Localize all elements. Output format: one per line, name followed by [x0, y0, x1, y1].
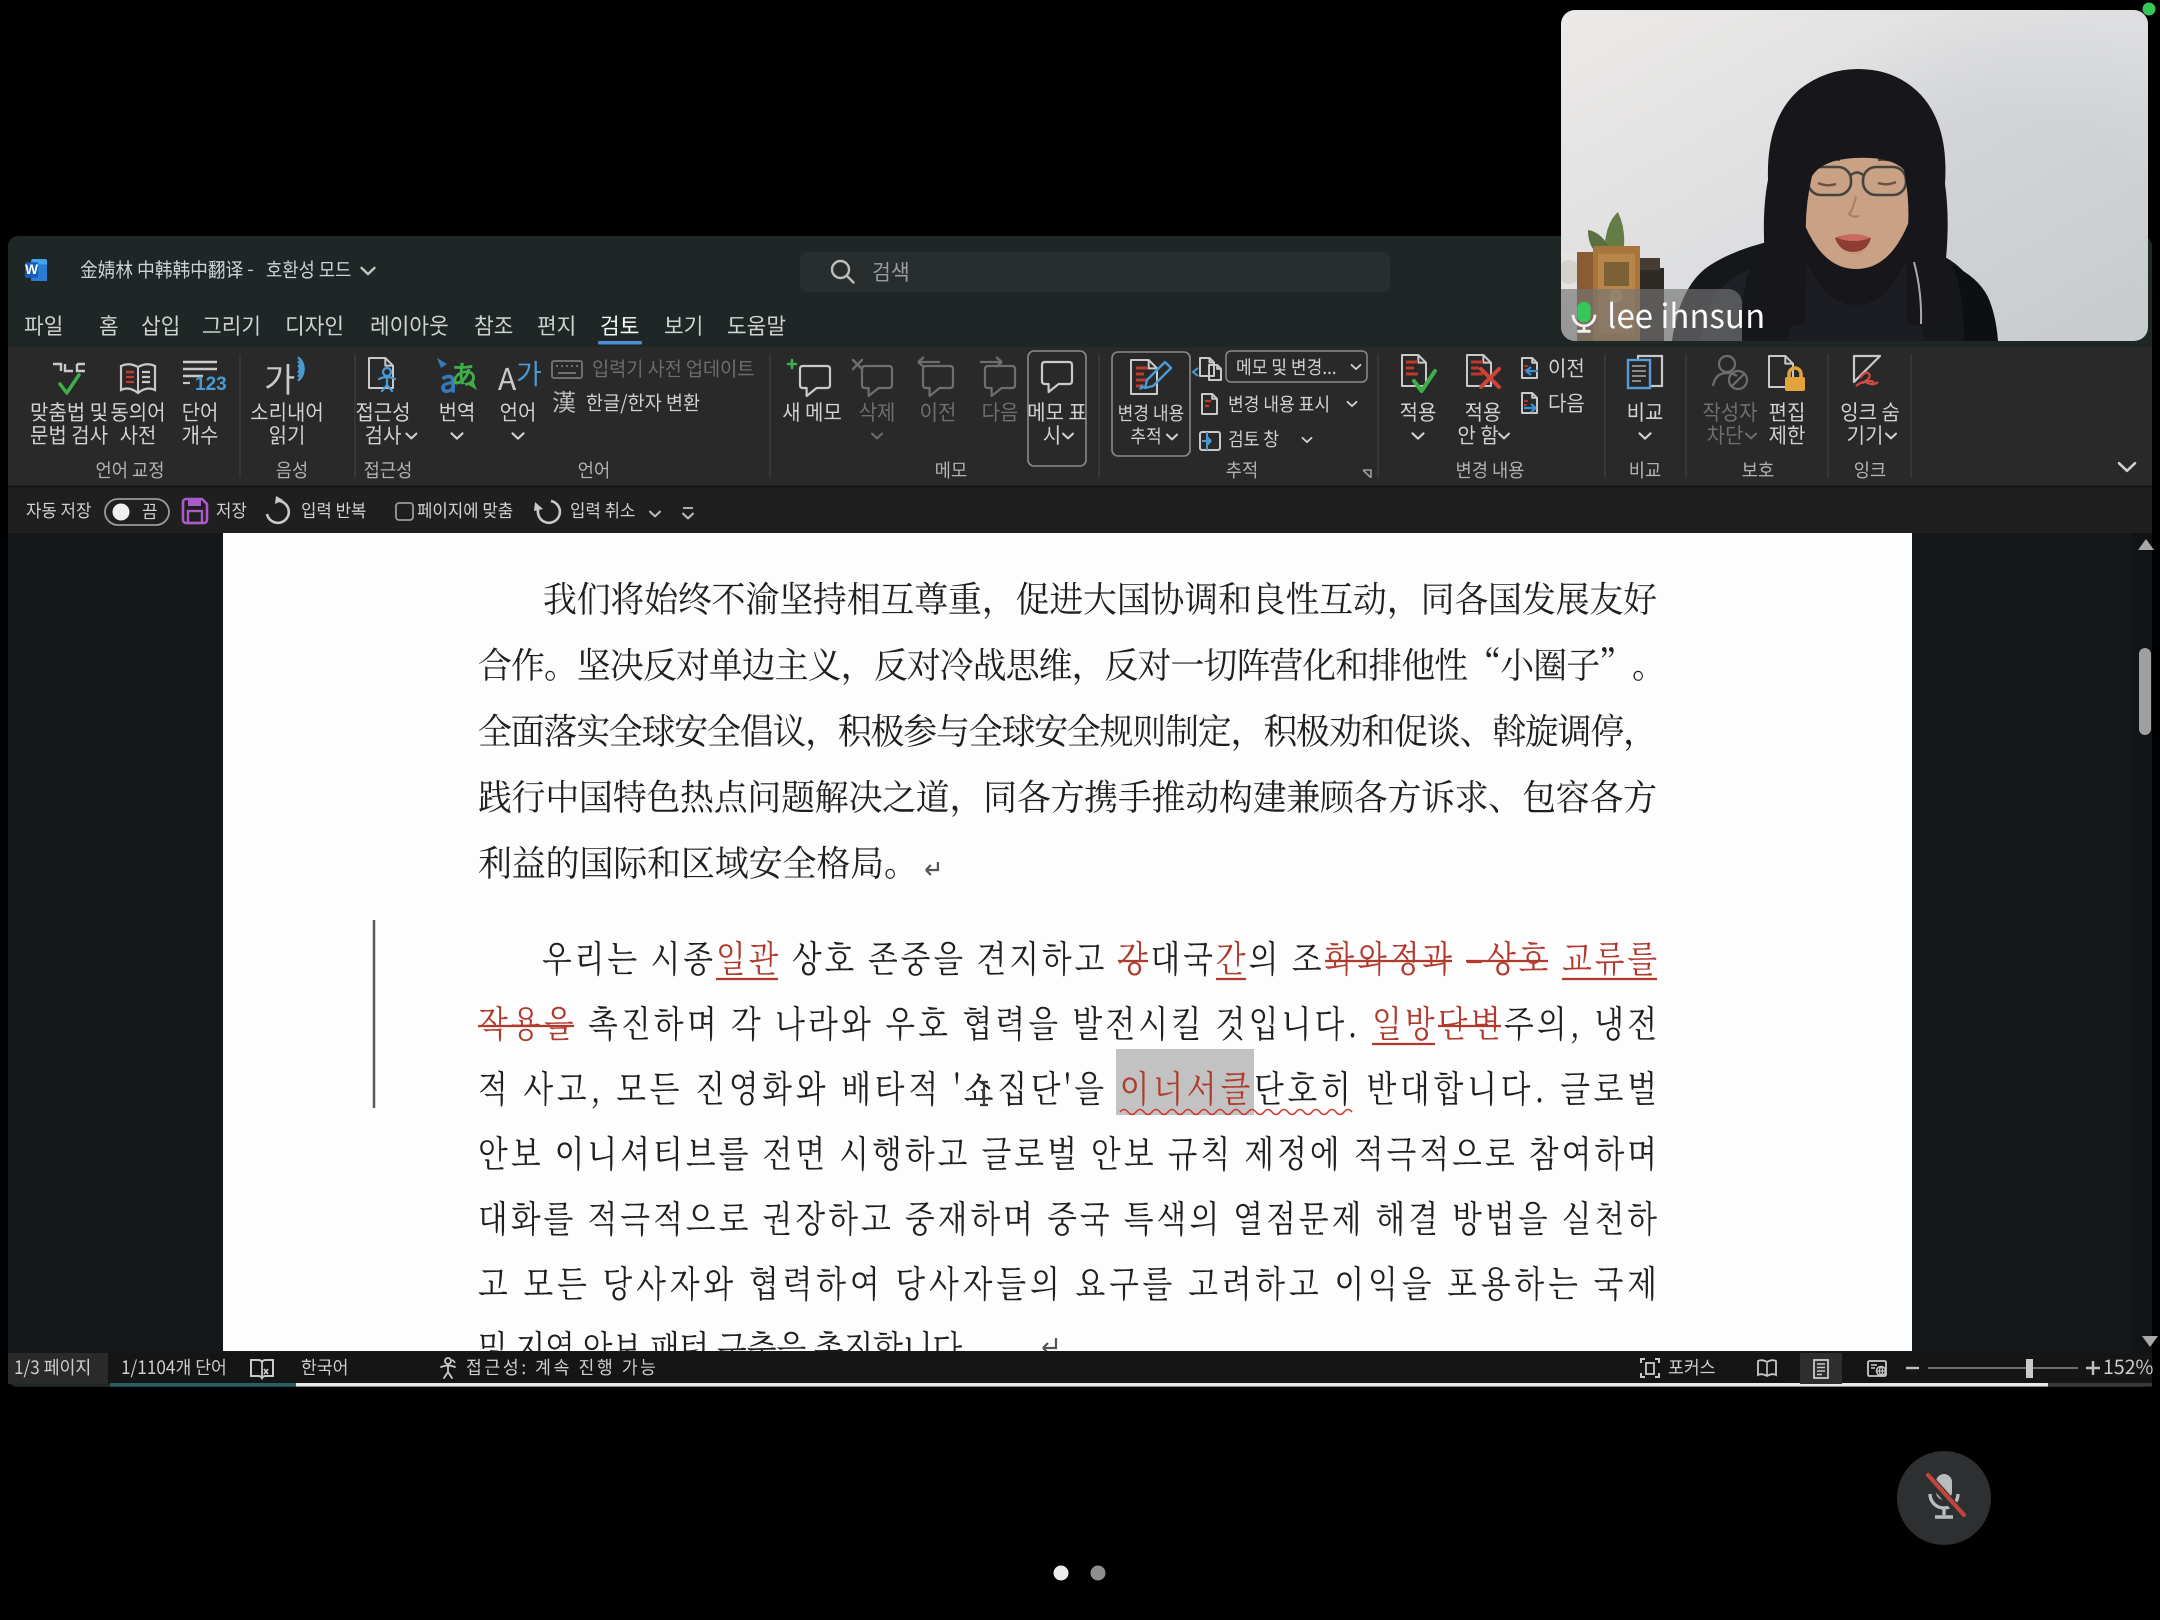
svg-text:W: W — [25, 262, 38, 277]
svg-text:123: 123 — [195, 374, 227, 395]
